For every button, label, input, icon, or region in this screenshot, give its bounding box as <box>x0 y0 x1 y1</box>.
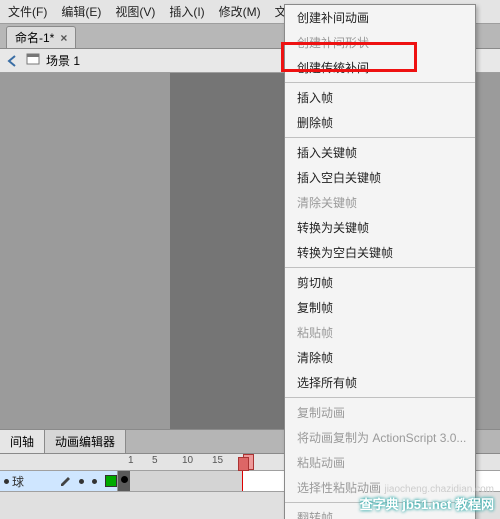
ctx-separator <box>285 82 475 83</box>
ctx-paste-frames: 粘贴帧 <box>285 320 475 345</box>
document-tab-label: 命名-1* <box>15 29 54 46</box>
ctx-paste-motion: 粘贴动画 <box>285 450 475 475</box>
menu-edit[interactable]: 编辑(E) <box>61 3 101 20</box>
ctx-insert-blank-keyframe[interactable]: 插入空白关键帧 <box>285 165 475 190</box>
frame-span[interactable] <box>130 471 243 491</box>
app-root: 文件(F) 编辑(E) 视图(V) 插入(I) 修改(M) 文本(T) 命 命名… <box>0 0 500 519</box>
stage-canvas[interactable] <box>170 73 285 429</box>
playhead-line[interactable] <box>242 471 243 491</box>
ctx-convert-to-keyframes[interactable]: 转换为关键帧 <box>285 215 475 240</box>
tab-motion-editor[interactable]: 动画编辑器 <box>45 430 126 453</box>
context-menu: 创建补间动画 创建补间形状 创建传统补间 插入帧 删除帧 插入关键帧 插入空白关… <box>284 4 476 519</box>
ctx-select-all-frames[interactable]: 选择所有帧 <box>285 370 475 395</box>
scene-label[interactable]: 场景 1 <box>46 52 80 69</box>
tab-timeline[interactable]: 间轴 <box>0 430 45 453</box>
ctx-insert-keyframe[interactable]: 插入关键帧 <box>285 140 475 165</box>
layer-bullet-icon <box>4 479 9 484</box>
ctx-clear-keyframe: 清除关键帧 <box>285 190 475 215</box>
ctx-separator <box>285 267 475 268</box>
ctx-create-shape-tween: 创建补间形状 <box>285 30 475 55</box>
ctx-remove-frames[interactable]: 删除帧 <box>285 110 475 135</box>
menu-file[interactable]: 文件(F) <box>8 3 47 20</box>
layer-name[interactable]: 球 <box>0 473 54 490</box>
ctx-copy-frames[interactable]: 复制帧 <box>285 295 475 320</box>
outline-color-icon[interactable] <box>105 475 117 487</box>
watermark: 查字典 jb51.net 教程网 <box>360 494 494 513</box>
ctx-convert-to-blank-keyframes[interactable]: 转换为空白关键帧 <box>285 240 475 265</box>
ctx-cut-frames[interactable]: 剪切帧 <box>285 270 475 295</box>
lock-dot-icon[interactable] <box>92 479 97 484</box>
menu-insert[interactable]: 插入(I) <box>169 3 204 20</box>
ruler-mark: 5 <box>152 455 158 466</box>
layer-toggles <box>60 475 117 487</box>
ctx-separator <box>285 397 475 398</box>
pencil-icon[interactable] <box>60 476 71 487</box>
ruler-mark: 15 <box>212 455 223 466</box>
layer-name-text: 球 <box>12 473 24 490</box>
ctx-create-classic-tween[interactable]: 创建传统补间 <box>285 55 475 80</box>
ctx-clear-frames[interactable]: 清除帧 <box>285 345 475 370</box>
ctx-copy-motion: 复制动画 <box>285 400 475 425</box>
ctx-copy-motion-as-as3: 将动画复制为 ActionScript 3.0... <box>285 425 475 450</box>
visibility-dot-icon[interactable] <box>79 479 84 484</box>
ctx-create-motion-tween[interactable]: 创建补间动画 <box>285 5 475 30</box>
ruler-mark: 10 <box>182 455 193 466</box>
ctx-separator <box>285 137 475 138</box>
keyframe-dot-icon <box>121 476 128 483</box>
scene-icon <box>26 53 40 68</box>
document-tab[interactable]: 命名-1* × <box>6 26 76 48</box>
back-arrow-icon[interactable] <box>6 55 20 67</box>
menu-view[interactable]: 视图(V) <box>115 3 155 20</box>
ctx-insert-frame[interactable]: 插入帧 <box>285 85 475 110</box>
menu-modify[interactable]: 修改(M) <box>219 3 261 20</box>
close-icon[interactable]: × <box>60 31 67 45</box>
ruler-mark: 1 <box>128 455 134 466</box>
